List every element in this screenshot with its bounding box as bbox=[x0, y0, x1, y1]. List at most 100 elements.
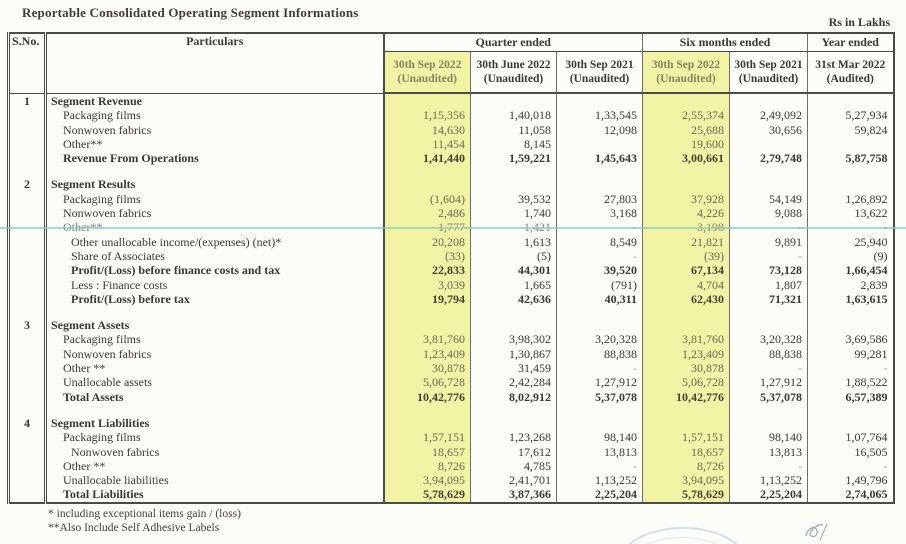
cell-value: 17,612 bbox=[470, 444, 557, 459]
cell-value: - bbox=[729, 361, 808, 376]
spacer-row bbox=[7, 403, 894, 416]
cell-value: 19,600 bbox=[642, 136, 730, 152]
cell-value: 1,13,252 bbox=[556, 473, 643, 488]
table-row: Packaging films (1,604) 39,532 27,803 37,928… bbox=[7, 191, 894, 207]
cell-value: 1,40,018 bbox=[470, 108, 557, 123]
cell-value: 22,833 bbox=[383, 263, 471, 278]
cell-value: 3,94,095 bbox=[642, 473, 730, 488]
cell-value bbox=[807, 93, 894, 109]
cell-value: 30,878 bbox=[383, 361, 471, 376]
cell-value: 2,55,374 bbox=[642, 108, 730, 123]
cell-value: 1,30,867 bbox=[470, 346, 557, 362]
document-page: Reportable Consolidated Operating Segmen… bbox=[0, 0, 906, 544]
cell-value: 13,813 bbox=[556, 444, 643, 459]
cell-value: 1,26,892 bbox=[807, 191, 894, 207]
cell-value: 1,59,221 bbox=[470, 151, 557, 166]
cell-sno bbox=[7, 263, 47, 278]
cell-value: 11,058 bbox=[470, 122, 557, 137]
table-row: 4 Segment Liabilities bbox=[7, 415, 894, 431]
cell-sno bbox=[7, 151, 47, 166]
cell-value bbox=[642, 177, 730, 192]
cell-sno bbox=[7, 191, 47, 207]
cell-value bbox=[470, 403, 557, 416]
period-header-2: 30th Sep 2021 (Unaudited) bbox=[556, 51, 643, 94]
cell-sno: 3 bbox=[7, 318, 47, 333]
table-body: 1 Segment Revenue Packaging films 1,15,356 1… bbox=[7, 93, 894, 503]
cell-value: 8,726 bbox=[642, 458, 730, 474]
cell-value bbox=[807, 403, 894, 416]
cell-value: 73,128 bbox=[729, 263, 808, 278]
table-row: Unallocable assets 5,06,728 2,42,284 1,27,9… bbox=[7, 375, 894, 390]
cell-value: 25,688 bbox=[642, 122, 730, 137]
table-row: Other unallocable income/(expenses) (net… bbox=[7, 234, 894, 249]
cell-particulars: Segment Revenue bbox=[45, 93, 385, 109]
cell-value bbox=[807, 318, 894, 333]
cell-sno bbox=[7, 458, 47, 474]
cell-sno bbox=[7, 277, 47, 292]
cell-value: 1,57,151 bbox=[383, 430, 471, 445]
cell-value: 1,613 bbox=[470, 234, 557, 249]
cell-value: 1,27,912 bbox=[556, 375, 643, 390]
table-row: Profit/(Loss) before tax 19,794 42,636 40,3… bbox=[7, 291, 894, 307]
period-header-5: 31st Mar 2022 (Audited) bbox=[807, 51, 894, 94]
cell-value: 12,098 bbox=[556, 122, 643, 137]
cell-sno bbox=[7, 206, 47, 221]
cell-value bbox=[729, 403, 808, 416]
group-header-1: Six months ended bbox=[642, 33, 808, 52]
cell-value bbox=[642, 93, 730, 109]
cell-value bbox=[556, 318, 643, 333]
table-row: Total Assets 10,42,776 8,02,912 5,37,078 10,… bbox=[7, 389, 894, 404]
cell-value: 8,549 bbox=[556, 234, 643, 249]
cell-particulars bbox=[45, 403, 385, 416]
cell-value: 54,149 bbox=[729, 191, 808, 207]
cell-value: 1,23,409 bbox=[642, 346, 730, 362]
cell-value: 1,57,151 bbox=[642, 430, 730, 445]
cell-value bbox=[642, 403, 730, 416]
cell-sno bbox=[7, 332, 47, 347]
cell-value bbox=[807, 177, 894, 192]
cell-value: - bbox=[807, 361, 894, 376]
cell-value bbox=[729, 318, 808, 333]
cell-value: 3,039 bbox=[383, 277, 471, 292]
cell-value: 1,27,912 bbox=[729, 375, 808, 390]
cell-value bbox=[556, 165, 643, 178]
cell-particulars: Share of Associates bbox=[45, 248, 385, 264]
cell-value: 2,42,284 bbox=[470, 375, 557, 390]
cell-value: 2,486 bbox=[383, 206, 471, 221]
cell-value: - bbox=[807, 458, 894, 474]
cell-value bbox=[470, 415, 557, 431]
cell-value: 2,25,204 bbox=[556, 487, 643, 503]
period-header-0: 30th Sep 2022 (Unaudited) bbox=[383, 51, 471, 94]
company-stamp-inner-ring bbox=[632, 537, 732, 544]
cell-sno bbox=[7, 444, 47, 459]
cell-particulars: Other ** bbox=[45, 361, 385, 376]
table-row: Other** 11,454 8,145 19,600 bbox=[7, 136, 894, 152]
cell-value: 13,813 bbox=[729, 444, 808, 459]
signature-mark-icon bbox=[805, 523, 828, 541]
cell-value: 37,928 bbox=[642, 191, 730, 207]
table-row: Packaging films 3,81,760 3,98,302 3,20,328 3… bbox=[7, 332, 894, 347]
cell-value bbox=[729, 165, 808, 178]
cell-particulars: Packaging films bbox=[45, 191, 385, 207]
cell-value: 39,520 bbox=[556, 263, 643, 278]
table-row: Total Liabilities 5,78,629 3,87,366 2,25,20… bbox=[7, 487, 894, 503]
cell-value: 62,430 bbox=[642, 291, 730, 307]
page-title: Reportable Consolidated Operating Segmen… bbox=[22, 5, 359, 20]
cell-value: 5,78,629 bbox=[383, 487, 471, 503]
cell-particulars: Packaging films bbox=[45, 108, 385, 123]
cell-value: 1,13,252 bbox=[729, 473, 808, 488]
cell-value: 42,636 bbox=[470, 291, 557, 307]
particulars-column-header: Particulars bbox=[45, 33, 385, 94]
cell-value: (33) bbox=[383, 248, 471, 264]
sno-column-header: S.No. bbox=[7, 33, 47, 94]
cell-value: 3,168 bbox=[556, 206, 643, 221]
cell-value bbox=[383, 177, 471, 192]
cell-sno bbox=[7, 389, 47, 404]
cell-value: 18,657 bbox=[383, 444, 471, 459]
cell-value: 3,20,328 bbox=[556, 332, 643, 347]
cell-value bbox=[642, 318, 730, 333]
cell-sno bbox=[7, 306, 47, 319]
cell-value bbox=[383, 93, 471, 109]
cell-particulars: Total Assets bbox=[45, 389, 385, 404]
cell-value: (1,604) bbox=[383, 191, 471, 207]
